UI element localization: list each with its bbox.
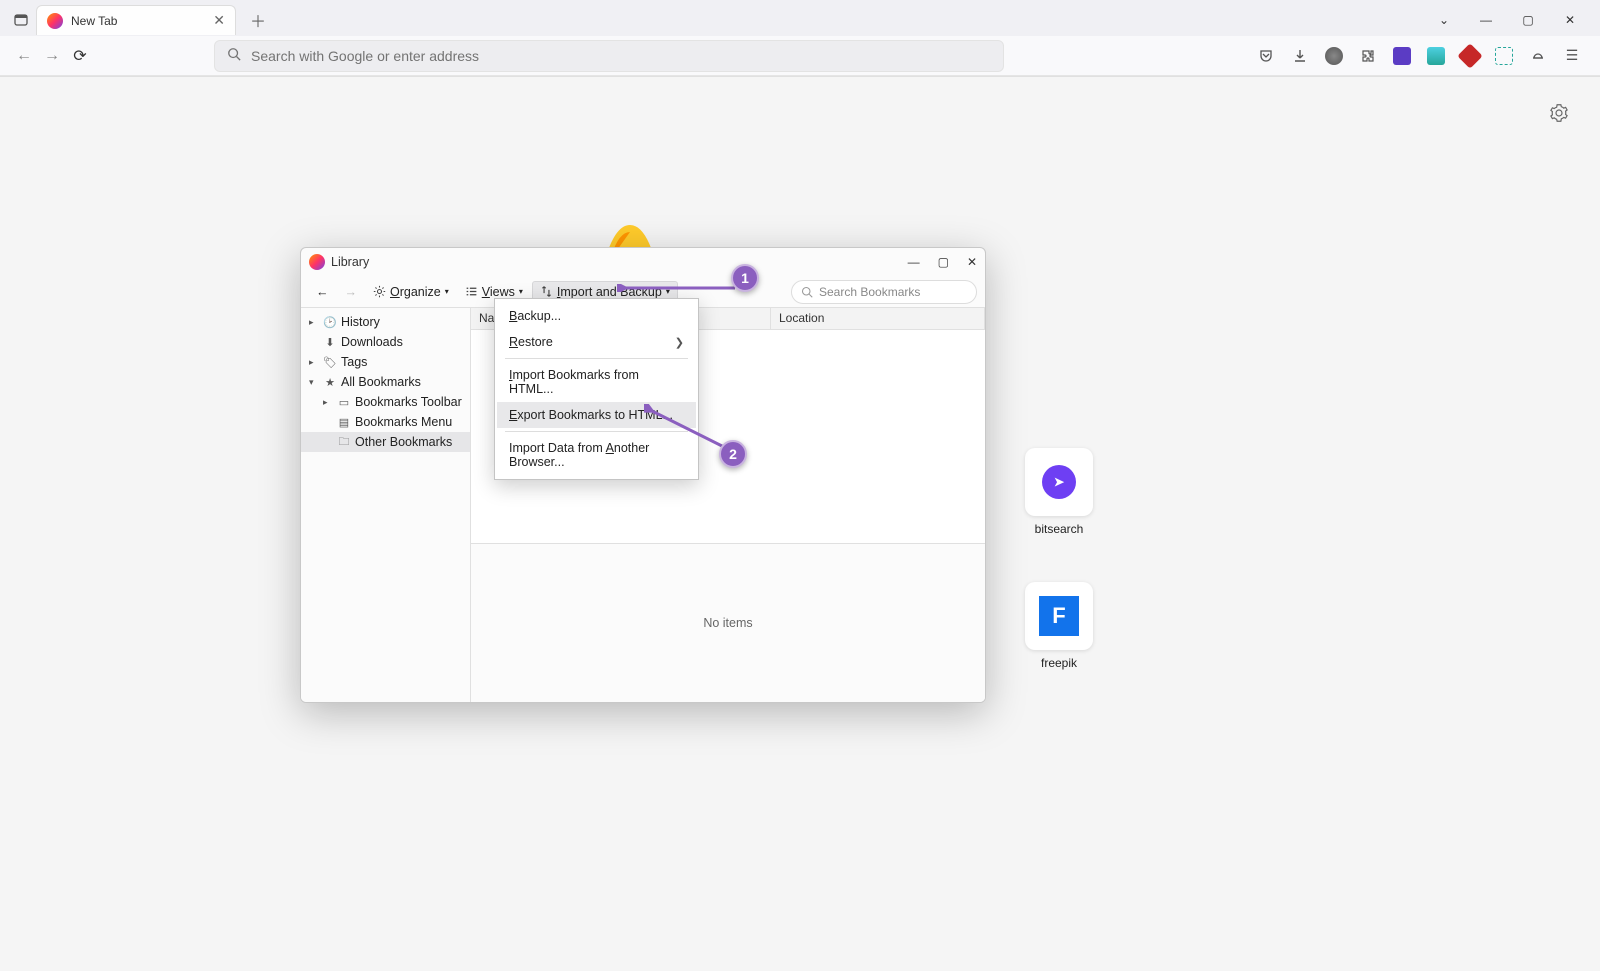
tab-title: New Tab: [71, 14, 117, 28]
reload-button[interactable]: ⟳: [66, 42, 94, 70]
menu-separator: [505, 358, 688, 359]
tree-history[interactable]: ▸🕑History: [301, 312, 470, 332]
downloads-icon[interactable]: [1288, 44, 1312, 68]
chevron-down-icon[interactable]: ⌄: [1432, 13, 1456, 27]
library-titlebar[interactable]: Library ― ▢ ✕: [301, 248, 985, 276]
clock-icon: 🕑: [323, 316, 337, 329]
tab-close-button[interactable]: ✕: [213, 12, 225, 29]
organize-menu[interactable]: Organize ▾: [366, 282, 456, 302]
library-close-button[interactable]: ✕: [967, 255, 977, 269]
annotation-badge-2: 2: [719, 440, 747, 468]
library-minimize-button[interactable]: ―: [908, 255, 920, 269]
nav-right-icons: ☰: [1254, 44, 1590, 68]
shortcut-label: bitsearch: [1035, 522, 1084, 536]
account-icon[interactable]: [1322, 44, 1346, 68]
tab-bar: New Tab ✕ ＋ ⌄ ― ▢ ✕: [0, 0, 1600, 36]
download-icon: ⬇: [323, 336, 337, 349]
tree-bookmarks-toolbar[interactable]: ▸▭Bookmarks Toolbar: [301, 392, 470, 412]
empty-label: No items: [703, 616, 752, 630]
tree-tags[interactable]: ▸🏷Tags: [301, 352, 470, 372]
list-icon: [465, 285, 478, 298]
firefox-favicon-icon: [47, 13, 63, 29]
maximize-button[interactable]: ▢: [1516, 13, 1540, 27]
search-icon: [801, 286, 813, 298]
settings-gear-icon[interactable]: [1550, 104, 1568, 127]
extension-icon-3[interactable]: [1458, 44, 1482, 68]
annotation-arrow-1: [617, 284, 739, 292]
browser-chrome: New Tab ✕ ＋ ⌄ ― ▢ ✕ ← → ⟳ Search with Go…: [0, 0, 1600, 77]
url-placeholder: Search with Google or enter address: [251, 48, 479, 64]
library-tree: ▸🕑History ⬇Downloads ▸🏷Tags ▾★All Bookma…: [301, 308, 471, 702]
tree-other-bookmarks[interactable]: 🗀Other Bookmarks: [301, 432, 470, 452]
close-button[interactable]: ✕: [1558, 13, 1582, 27]
menu-restore[interactable]: Restore❯: [497, 329, 696, 355]
library-detail: No items: [471, 544, 985, 702]
column-location[interactable]: Location: [771, 308, 985, 329]
shortcut-freepik[interactable]: F freepik: [1025, 582, 1093, 670]
tree-bookmarks-menu[interactable]: ▤Bookmarks Menu: [301, 412, 470, 432]
search-placeholder: Search Bookmarks: [819, 285, 920, 299]
import-export-icon: [540, 285, 553, 298]
extension-icon-5[interactable]: [1526, 44, 1550, 68]
shortcut-label: freepik: [1041, 656, 1077, 670]
chevron-right-icon: ❯: [675, 336, 684, 349]
menu-import-html[interactable]: Import Bookmarks from HTML...: [497, 362, 696, 402]
tree-all-bookmarks[interactable]: ▾★All Bookmarks: [301, 372, 470, 392]
bitsearch-icon: [1042, 465, 1076, 499]
library-title: Library: [331, 255, 369, 269]
nav-bar: ← → ⟳ Search with Google or enter addres…: [0, 36, 1600, 76]
menu-button[interactable]: ☰: [1560, 44, 1584, 68]
annotation-badge-1: 1: [731, 264, 759, 292]
window-controls: ⌄ ― ▢ ✕: [1432, 13, 1594, 27]
star-icon: ★: [323, 376, 337, 389]
library-back-button[interactable]: ←: [309, 282, 336, 302]
minimize-button[interactable]: ―: [1474, 13, 1498, 27]
menu-icon: ▤: [337, 416, 351, 429]
search-icon: [227, 47, 241, 64]
browser-tab[interactable]: New Tab ✕: [36, 5, 236, 35]
back-button[interactable]: ←: [10, 42, 38, 70]
extensions-icon[interactable]: [1356, 44, 1380, 68]
freepik-icon: F: [1039, 596, 1079, 636]
library-maximize-button[interactable]: ▢: [938, 255, 949, 269]
firefox-icon: [309, 254, 325, 270]
tree-downloads[interactable]: ⬇Downloads: [301, 332, 470, 352]
forward-button[interactable]: →: [38, 42, 66, 70]
menu-backup[interactable]: Backup...: [497, 303, 696, 329]
extension-icon-1[interactable]: [1390, 44, 1414, 68]
url-bar[interactable]: Search with Google or enter address: [214, 40, 1004, 72]
folder-icon: 🗀: [337, 433, 351, 452]
gear-icon: [373, 285, 386, 298]
new-tab-button[interactable]: ＋: [244, 8, 272, 32]
recent-pages-button[interactable]: [6, 12, 36, 28]
toolbar-icon: ▭: [337, 396, 351, 409]
library-search-input[interactable]: Search Bookmarks: [791, 280, 977, 304]
pocket-icon[interactable]: [1254, 44, 1278, 68]
extension-icon-2[interactable]: [1424, 44, 1448, 68]
library-forward-button[interactable]: →: [338, 282, 365, 302]
extension-icon-4[interactable]: [1492, 44, 1516, 68]
shortcut-bitsearch[interactable]: bitsearch: [1025, 448, 1093, 536]
tag-icon: 🏷: [323, 356, 337, 369]
